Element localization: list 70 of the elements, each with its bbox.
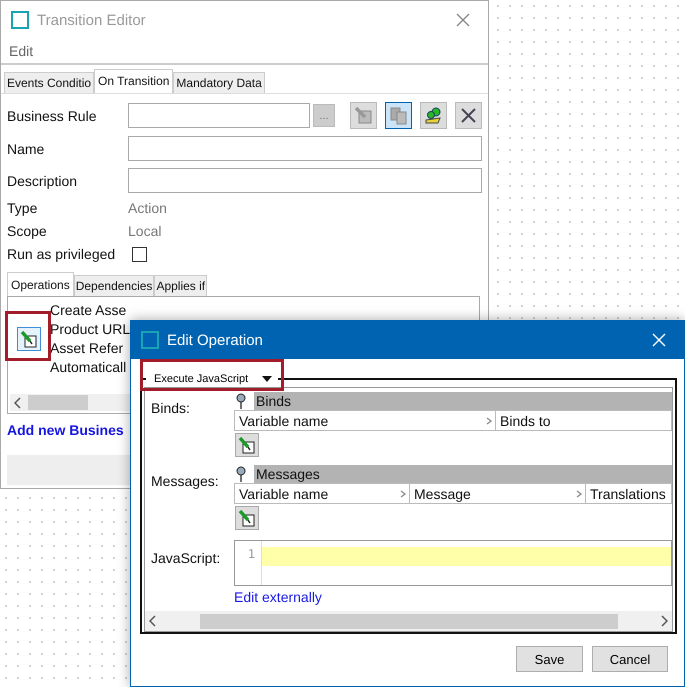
delete-button[interactable] — [455, 102, 482, 129]
field-label: Messages: — [150, 472, 220, 491]
column-header[interactable]: Translations — [590, 486, 666, 502]
scrollbar-thumb[interactable] — [200, 614, 618, 628]
dialog-button[interactable]: Cancel — [592, 646, 668, 672]
field-label: Type — [7, 200, 38, 216]
field-label: Business Rule — [7, 108, 98, 124]
pencil-icon — [238, 436, 256, 454]
field-value: Action — [128, 200, 168, 216]
column-header[interactable]: Variable name — [239, 486, 328, 502]
close-button[interactable] — [650, 331, 668, 349]
field-label: Run as privileged — [7, 246, 116, 262]
tab[interactable]: Dependencies — [74, 275, 154, 296]
field-value: Local — [128, 223, 162, 239]
pin-icon — [236, 466, 246, 482]
window-icon — [141, 331, 159, 349]
window-title: Edit Operation — [167, 332, 264, 348]
edit-button[interactable] — [235, 506, 259, 530]
line-number: 1 — [248, 547, 255, 561]
operation-text: Product URL — [50, 320, 130, 339]
window-icon — [11, 11, 29, 29]
field-label: Name — [7, 140, 46, 156]
column-header[interactable]: Message — [414, 486, 471, 502]
input-field[interactable] — [128, 136, 482, 161]
scrollbar[interactable] — [145, 611, 672, 631]
edit-button[interactable] — [235, 433, 259, 457]
table-title: Messages — [254, 465, 672, 483]
gears-button[interactable] — [420, 102, 447, 129]
chevron-left-icon — [149, 615, 157, 627]
pencil-icon — [238, 509, 256, 527]
window-title: Transition Editor — [37, 12, 147, 28]
column-header[interactable]: Variable name — [239, 412, 328, 428]
column-header[interactable]: Binds to — [500, 412, 551, 428]
close-icon — [456, 13, 470, 27]
field-label: JavaScript: — [150, 549, 222, 568]
field-label: Scope — [7, 223, 48, 239]
tab[interactable]: Applies if — [154, 275, 208, 296]
tab[interactable]: Mandatory Data — [173, 72, 265, 93]
table-title: Binds — [254, 392, 672, 410]
tab[interactable]: Operations — [7, 272, 74, 296]
tab[interactable]: Events Conditio — [4, 72, 94, 93]
input-field[interactable] — [128, 168, 482, 193]
chevron-left-icon — [14, 396, 22, 408]
tab[interactable]: On Transition — [94, 69, 174, 93]
copy-button[interactable] — [385, 102, 412, 129]
pencil-icon — [20, 330, 38, 348]
close-icon — [652, 333, 666, 347]
chevron-right-icon — [660, 615, 668, 627]
operation-text: Automaticall — [50, 358, 128, 377]
operation-text: Create Asse — [50, 301, 128, 320]
pin-icon — [236, 393, 246, 409]
caret-icon — [262, 376, 272, 382]
scrollbar-thumb[interactable] — [28, 395, 88, 410]
field-label: Binds: — [150, 399, 191, 418]
input-field[interactable] — [128, 103, 310, 128]
gears-icon — [424, 106, 443, 125]
dialog-button[interactable]: Save — [516, 646, 583, 672]
chevron-icon — [576, 490, 582, 498]
checkbox[interactable] — [132, 246, 147, 262]
field-label: Description — [7, 172, 78, 188]
chevron-icon — [400, 490, 406, 498]
chevron-icon — [486, 416, 492, 424]
pencil-icon — [354, 106, 373, 125]
edit-externally-link[interactable]: Edit externally — [234, 589, 672, 605]
edit-operation-button[interactable] — [17, 327, 41, 351]
operation-text: Asset Refer — [50, 339, 124, 358]
pages-icon — [389, 106, 408, 125]
close-icon — [459, 106, 478, 125]
menu-item[interactable]: Edit — [9, 43, 34, 59]
close-button[interactable] — [454, 11, 472, 29]
